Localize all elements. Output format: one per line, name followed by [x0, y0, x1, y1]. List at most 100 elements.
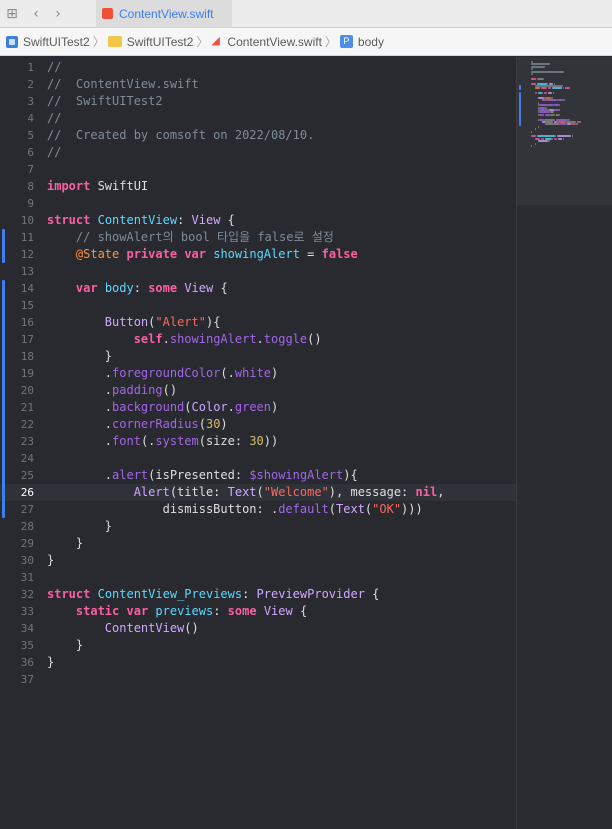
code-text: // [47, 59, 61, 76]
code-line[interactable]: 7 [0, 161, 516, 178]
code-line[interactable]: 34 ContentView() [0, 620, 516, 637]
code-text: Button("Alert"){ [47, 314, 221, 331]
chevron-right-icon: 〉 [196, 35, 209, 49]
code-text: struct ContentView: View { [47, 212, 235, 229]
minimap-token [562, 137, 564, 140]
code-line[interactable]: 15 [0, 297, 516, 314]
change-indicator [2, 229, 5, 263]
code-line[interactable]: 4 // [0, 110, 516, 127]
code-line[interactable]: 5 // Created by comsoft on 2022/08/10. [0, 127, 516, 144]
code-text: // Created by comsoft on 2022/08/10. [47, 127, 314, 144]
code-line[interactable]: 2 // ContentView.swift [0, 76, 516, 93]
code-line[interactable]: 21 .background(Color.green) [0, 399, 516, 416]
code-line[interactable]: 10 struct ContentView: View { [0, 212, 516, 229]
code-token: () [162, 383, 178, 397]
code-line[interactable]: 32 struct ContentView_Previews: PreviewPr… [0, 586, 516, 603]
line-number: 21 [20, 401, 34, 414]
code-text: .font(.system(size: 30)) [47, 433, 278, 450]
code-token: = [299, 247, 322, 261]
line-number: 36 [20, 656, 34, 669]
code-line[interactable]: 22 .cornerRadius(30) [0, 416, 516, 433]
code-token: Text [227, 485, 257, 499]
code-token: : [177, 213, 192, 227]
code-text: // showAlert의 bool 타입을 false로 설정 [47, 229, 334, 246]
code-token: . [47, 366, 113, 380]
code-token: ))) [401, 502, 423, 516]
code-token: // SwiftUITest2 [47, 94, 163, 108]
code-token: // [47, 145, 62, 159]
code-token: ( [198, 417, 206, 431]
code-line[interactable]: 26 Alert(title: Text("Welcome"), message… [0, 484, 516, 501]
code-line[interactable]: 13 [0, 263, 516, 280]
code-line[interactable]: 11 // showAlert의 bool 타입을 false로 설정 [0, 229, 516, 246]
code-text: // SwiftUITest2 [47, 93, 163, 110]
code-line[interactable]: 35 } [0, 637, 516, 654]
code-token: ContentView_Previews [97, 587, 243, 601]
code-token: ){ [343, 468, 358, 482]
code-line[interactable]: 9 [0, 195, 516, 212]
tab-contentview-swift[interactable]: ContentView.swift [96, 0, 232, 27]
code-token: (title: [169, 485, 228, 499]
forward-chevron-icon[interactable]: › [48, 4, 68, 24]
code-line[interactable]: 1 // [0, 59, 516, 76]
jumpbar-project[interactable]: SwiftUITest2 [6, 35, 90, 49]
jumpbar-symbol[interactable]: P body [339, 35, 384, 49]
code-line[interactable]: 18 } [0, 348, 516, 365]
code-text: static var previews: some View { [47, 603, 307, 620]
minimap[interactable] [516, 57, 612, 829]
code-line[interactable]: 25 .alert(isPresented: $showingAlert){ [0, 467, 516, 484]
code-token: ), message: [328, 485, 416, 499]
code-line[interactable]: 36} [0, 654, 516, 671]
code-token: static [75, 604, 120, 618]
code-line[interactable]: 29 } [0, 535, 516, 552]
code-line[interactable]: 33 static var previews: some View { [0, 603, 516, 620]
code-token: // [47, 111, 62, 125]
code-token: ( [256, 485, 264, 499]
minimap-token [539, 104, 553, 107]
code-editor[interactable]: 1 // 2 // ContentView.swift 3 // SwiftUITest2… [0, 57, 516, 829]
code-token: ) [271, 400, 279, 414]
code-token: system [155, 434, 199, 448]
grid-icon[interactable]: ⊞ [2, 4, 22, 24]
code-line[interactable]: 28 } [0, 518, 516, 535]
code-line[interactable]: 27 dismissButton: .default(Text("OK"))) [0, 501, 516, 518]
code-token: } [47, 519, 113, 533]
code-token: . [256, 332, 264, 346]
code-token: (. [220, 366, 235, 380]
code-line[interactable]: 3 // SwiftUITest2 [0, 93, 516, 110]
jumpbar-folder[interactable]: SwiftUITest2 [107, 35, 193, 49]
code-token: "Welcome" [263, 485, 329, 499]
code-line[interactable]: 19 .foregroundColor(.white) [0, 365, 516, 382]
line-number: 30 [20, 554, 34, 567]
code-line[interactable]: 8 import SwiftUI [0, 178, 516, 195]
code-line[interactable]: 16 Button("Alert"){ [0, 314, 516, 331]
jumpbar-file[interactable]: ◢ ContentView.swift [211, 35, 322, 49]
code-text: var body: some View { [47, 280, 228, 297]
code-line[interactable]: 37 [0, 671, 516, 688]
property-icon: P [339, 35, 353, 48]
code-line[interactable]: 31 [0, 569, 516, 586]
code-line[interactable]: 24 [0, 450, 516, 467]
line-number: 9 [27, 197, 34, 210]
code-line[interactable]: 23 .font(.system(size: 30)) [0, 433, 516, 450]
code-token: var [126, 604, 149, 618]
minimap-change-indicator [519, 92, 521, 126]
code-line[interactable]: 17 self.showingAlert.toggle() [0, 331, 516, 348]
code-line[interactable]: 6 // [0, 144, 516, 161]
back-chevron-icon[interactable]: ‹ [26, 4, 46, 24]
code-line[interactable]: 12 @State private var showingAlert = fal… [0, 246, 516, 263]
code-line[interactable]: 20 .padding() [0, 382, 516, 399]
code-token: Alert [133, 485, 170, 499]
code-line[interactable]: 14 var body: some View { [0, 280, 516, 297]
code-line[interactable]: 30} [0, 552, 516, 569]
tab-label: ContentView.swift [119, 6, 214, 21]
code-text: ContentView() [47, 620, 199, 637]
code-text: // [47, 110, 61, 127]
code-token: { [364, 587, 380, 601]
code-token: ) [220, 417, 228, 431]
minimap-token [558, 113, 560, 116]
